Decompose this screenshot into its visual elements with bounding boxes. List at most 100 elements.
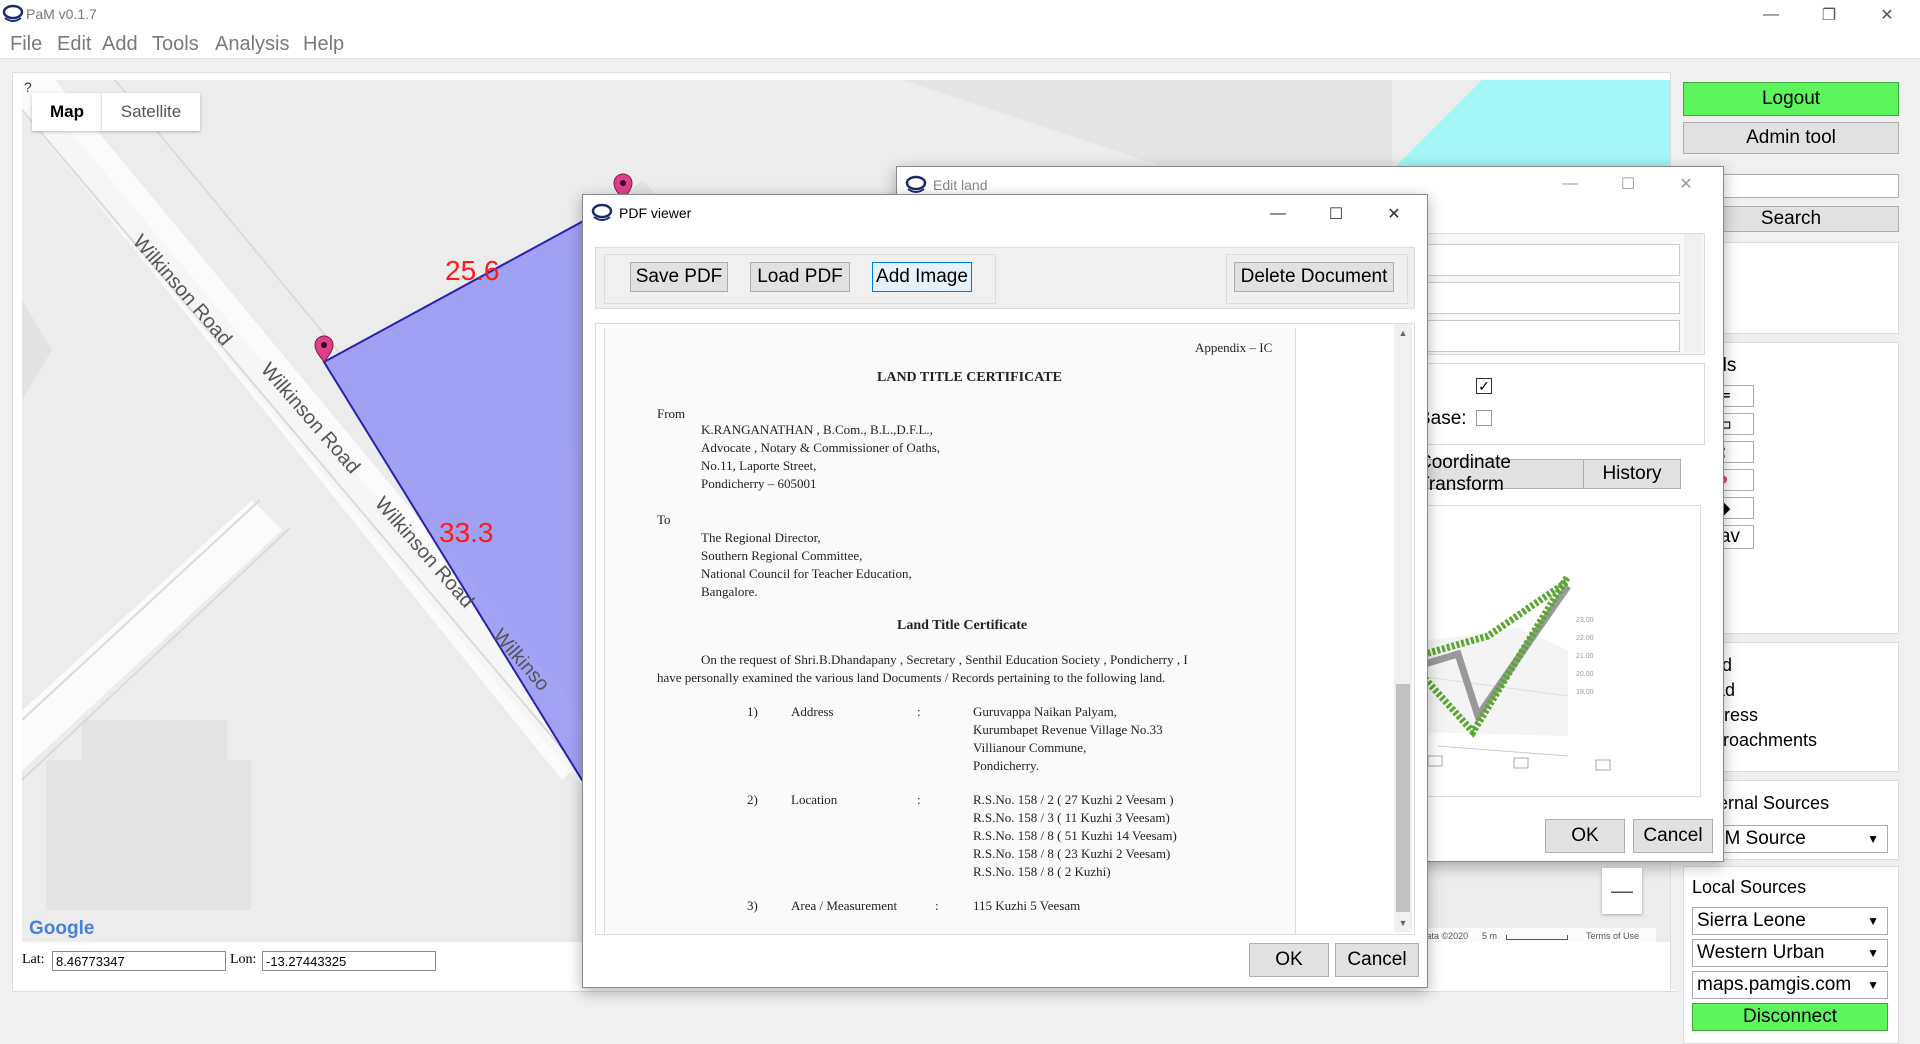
doc-item-line: 115 Kuzhi 5 Veesam (973, 898, 1081, 913)
doc-item-line: R.S.No. 158 / 8 ( 51 Kuzhi 14 Veesam) (973, 828, 1177, 843)
lat-label: Lat: (22, 952, 45, 967)
doc-to-label: To (657, 512, 671, 527)
menu-edit[interactable]: Edit (57, 33, 91, 56)
menu-add[interactable]: Add (102, 33, 138, 56)
lon-label: Lon: (230, 952, 257, 967)
close-icon[interactable]: ✕ (1663, 169, 1709, 199)
doc-item-line: Kurumbapet Revenue Village No.33 (973, 722, 1163, 737)
maximize-icon[interactable]: ☐ (1313, 199, 1359, 229)
chart-tick: 21.00 (1576, 653, 1594, 660)
add-image-button[interactable]: Add Image (872, 262, 972, 292)
pdf-scrollbar[interactable]: ▲ ▼ (1394, 324, 1412, 932)
chevron-down-icon: ▼ (1867, 946, 1879, 960)
doc-item-line: Pondicherry. (973, 758, 1039, 773)
tab-satellite[interactable]: Satellite (102, 93, 200, 131)
admin-tool-button[interactable]: Admin tool (1683, 122, 1899, 154)
app-title: PaM v0.1.7 (26, 6, 97, 22)
map-scale: 5 m (1482, 931, 1498, 941)
chart-tick: 19.00 (1576, 689, 1594, 696)
doc-line: Advocate , Notary & Commissioner of Oath… (701, 440, 941, 455)
maximize-icon[interactable]: ☐ (1605, 169, 1651, 199)
scroll-thumb[interactable] (1396, 684, 1410, 912)
text-field[interactable] (1422, 320, 1680, 352)
doc-item-num: 2) (747, 792, 758, 807)
base-checkbox[interactable] (1476, 410, 1492, 426)
country-value: Sierra Leone (1697, 910, 1806, 931)
close-icon[interactable]: ✕ (1864, 0, 1910, 30)
doc-paragraph: have personally examined the various lan… (657, 670, 1166, 685)
app-logo-icon (591, 203, 613, 221)
lon-field[interactable]: -13.27443325 (262, 951, 436, 971)
lat-field[interactable]: 8.46773347 (52, 951, 226, 971)
chevron-down-icon: ▼ (1867, 832, 1879, 846)
doc-item-label: Area / Measurement (791, 898, 898, 913)
chart-tick: 20.00 (1576, 671, 1594, 678)
edit-land-cancel-button[interactable]: Cancel (1633, 819, 1713, 853)
doc-from-label: From (657, 406, 686, 421)
country-select[interactable]: Sierra Leone ▼ (1692, 907, 1888, 935)
doc-line: Southern Regional Committee, (701, 548, 863, 563)
doc-paragraph: On the request of Shri.B.Dhandapany , Se… (701, 652, 1188, 667)
minimize-icon[interactable]: — (1547, 169, 1593, 199)
map-corner-text: ? (24, 80, 32, 95)
text-field[interactable] (1422, 282, 1680, 314)
edge-length-label: 33.3 (439, 517, 494, 548)
app-logo-icon (905, 175, 927, 193)
menu-help[interactable]: Help (303, 33, 344, 56)
pdf-viewer-dialog: PDF viewer — ☐ ✕ Save PDF Load PDF Add I… (582, 194, 1428, 988)
options-box: ✓ Base: (1417, 363, 1705, 445)
delete-document-button[interactable]: Delete Document (1234, 262, 1394, 292)
doc-line: No.11, Laporte Street, (701, 458, 817, 473)
terms-link[interactable]: Terms of Use (1586, 928, 1639, 944)
tab-map[interactable]: Map (32, 93, 102, 131)
elevation-3d-chart[interactable]: 23.00 22.00 21.00 20.00 19.00 (1415, 505, 1701, 797)
checkbox-checked[interactable]: ✓ (1476, 378, 1492, 394)
history-button[interactable]: History (1583, 459, 1681, 489)
close-icon[interactable]: ✕ (1371, 199, 1417, 229)
menu-file[interactable]: File (10, 33, 42, 56)
logout-button[interactable]: Logout (1683, 82, 1899, 116)
disconnect-button[interactable]: Disconnect (1692, 1003, 1888, 1031)
app-logo-icon (2, 4, 24, 22)
doc-item-line: R.S.No. 158 / 3 ( 11 Kuzhi 3 Veesam) (973, 810, 1170, 825)
doc-item-sep: : (935, 898, 939, 913)
doc-item-line: Guruvappa Naikan Palyam, (973, 704, 1118, 719)
restore-icon[interactable]: ❐ (1806, 0, 1852, 30)
pdf-toolbar: Save PDF Load PDF Add Image Delete Docum… (595, 247, 1415, 309)
server-select[interactable]: maps.pamgis.com ▼ (1692, 971, 1888, 999)
app-title-bar: PaM v0.1.7 — ❐ ✕ (0, 0, 1920, 30)
menu-analysis[interactable]: Analysis (215, 33, 289, 56)
doc-line: Pondicherry – 605001 (701, 476, 817, 491)
minimize-icon[interactable]: — (1748, 0, 1794, 30)
doc-item-label: Location (791, 792, 838, 807)
local-sources-box: Local Sources Sierra Leone ▼ Western Urba… (1683, 866, 1899, 1044)
chevron-down-icon: ▼ (1867, 914, 1879, 928)
chart-tick: 23.00 (1576, 617, 1594, 624)
minimize-icon[interactable]: — (1255, 199, 1301, 229)
pdf-ok-button[interactable]: OK (1249, 943, 1329, 977)
edit-land-ok-button[interactable]: OK (1545, 819, 1625, 853)
local-sources-heading: Local Sources (1692, 877, 1807, 897)
doc-item-line: R.S.No. 158 / 8 ( 23 Kuzhi 2 Veesam) (973, 846, 1171, 861)
map-credits: Data ©2020 5 m Terms of Use (1420, 928, 1656, 944)
doc-subheading: Land Title Certificate (897, 618, 1028, 633)
doc-item-line: R.S.No. 158 / 8 ( 2 Kuzhi) (973, 864, 1111, 879)
scroll-down-icon[interactable]: ▼ (1394, 914, 1412, 932)
coordinate-transform-button[interactable]: Coordinate Transform (1417, 452, 1585, 495)
zoom-out-button[interactable]: — (1602, 868, 1642, 914)
load-pdf-button[interactable]: Load PDF (750, 262, 850, 292)
menu-tools[interactable]: Tools (152, 33, 199, 56)
pdf-cancel-button[interactable]: Cancel (1335, 943, 1419, 977)
region-select[interactable]: Western Urban ▼ (1692, 939, 1888, 967)
doc-line: National Council for Teacher Education, (701, 566, 912, 581)
server-value: maps.pamgis.com (1697, 974, 1852, 995)
region-value: Western Urban (1697, 942, 1825, 963)
pdf-page-view[interactable]: Appendix – IC LAND TITLE CERTIFICATE Fro… (595, 323, 1415, 935)
doc-item-sep: : (917, 792, 921, 807)
scroll-up-icon[interactable]: ▲ (1394, 324, 1412, 342)
pdf-page: Appendix – IC LAND TITLE CERTIFICATE Fro… (604, 328, 1296, 934)
save-pdf-button[interactable]: Save PDF (630, 262, 728, 292)
text-field[interactable] (1422, 244, 1680, 276)
doc-line: K.RANGANATHAN , B.Com., B.L.,D.F.L., (701, 422, 933, 437)
scrollbar[interactable] (1684, 234, 1702, 352)
